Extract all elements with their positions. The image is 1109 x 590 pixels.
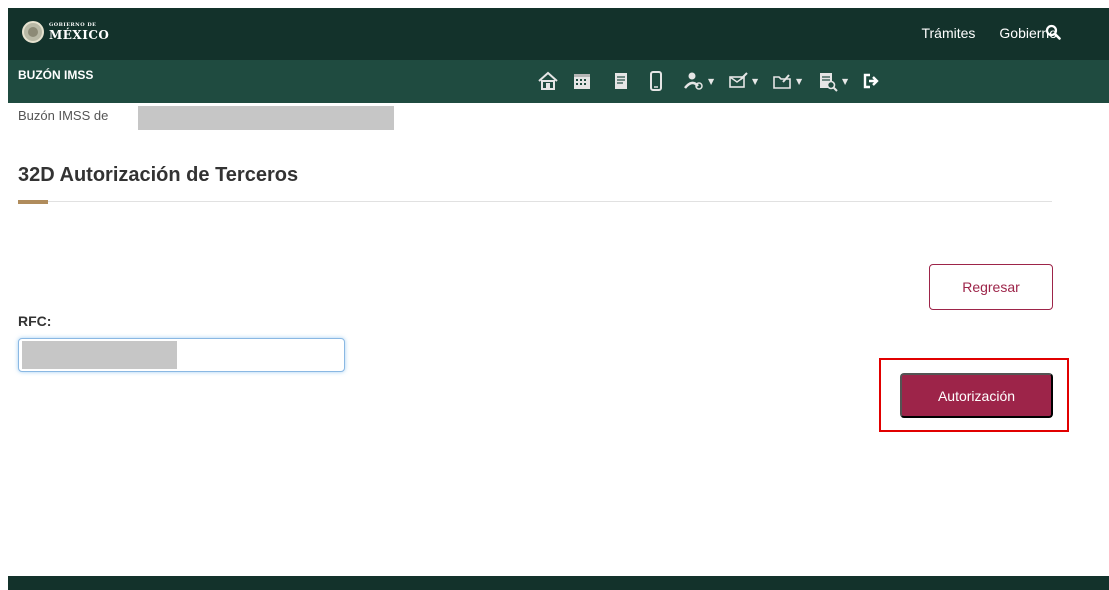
footer-bar — [8, 576, 1109, 590]
chevron-down-icon: ▼ — [842, 76, 849, 86]
breadcrumb: Buzón IMSS de — [18, 108, 109, 123]
national-seal-icon — [22, 21, 44, 43]
autorizacion-button[interactable]: Autorización — [900, 373, 1053, 418]
top-nav: Trámites Gobierno — [921, 25, 1057, 41]
message-icon[interactable]: ▼ — [727, 66, 758, 96]
calendar-icon[interactable] — [571, 66, 593, 96]
chevron-down-icon: ▼ — [708, 76, 715, 86]
report-icon[interactable]: ▼ — [817, 66, 848, 96]
top-header: GOBIERNO DE MÉXICO Trámites Gobierno — [8, 8, 1109, 60]
page-title: 32D Autorización de Terceros — [18, 164, 299, 186]
mobile-icon[interactable] — [645, 66, 667, 96]
logo-big-text: MÉXICO — [49, 28, 110, 42]
buzon-imss-title[interactable]: BUZÓN IMSS — [18, 68, 93, 82]
user-settings-icon[interactable]: ▼ — [683, 66, 714, 96]
logout-icon[interactable] — [863, 66, 879, 96]
title-divider — [48, 201, 1052, 202]
home-icon[interactable] — [537, 66, 559, 96]
title-accent-bar — [18, 200, 48, 204]
regresar-button[interactable]: Regresar — [929, 264, 1053, 310]
nav-tramites[interactable]: Trámites — [921, 25, 975, 41]
gobierno-mexico-logo[interactable]: GOBIERNO DE MÉXICO — [22, 21, 109, 43]
logo-text: GOBIERNO DE MÉXICO — [49, 23, 110, 42]
chevron-down-icon: ▼ — [796, 76, 803, 86]
redacted-user-name — [138, 106, 394, 130]
redacted-rfc-value — [22, 341, 177, 369]
rfc-label: RFC: — [18, 313, 52, 329]
chevron-down-icon: ▼ — [752, 76, 759, 86]
folder-icon[interactable]: ▼ — [771, 66, 802, 96]
document-icon[interactable] — [610, 66, 632, 96]
sub-header: BUZÓN IMSS ▼ ▼ ▼ ▼ — [8, 60, 1109, 103]
search-icon[interactable] — [1045, 24, 1061, 40]
